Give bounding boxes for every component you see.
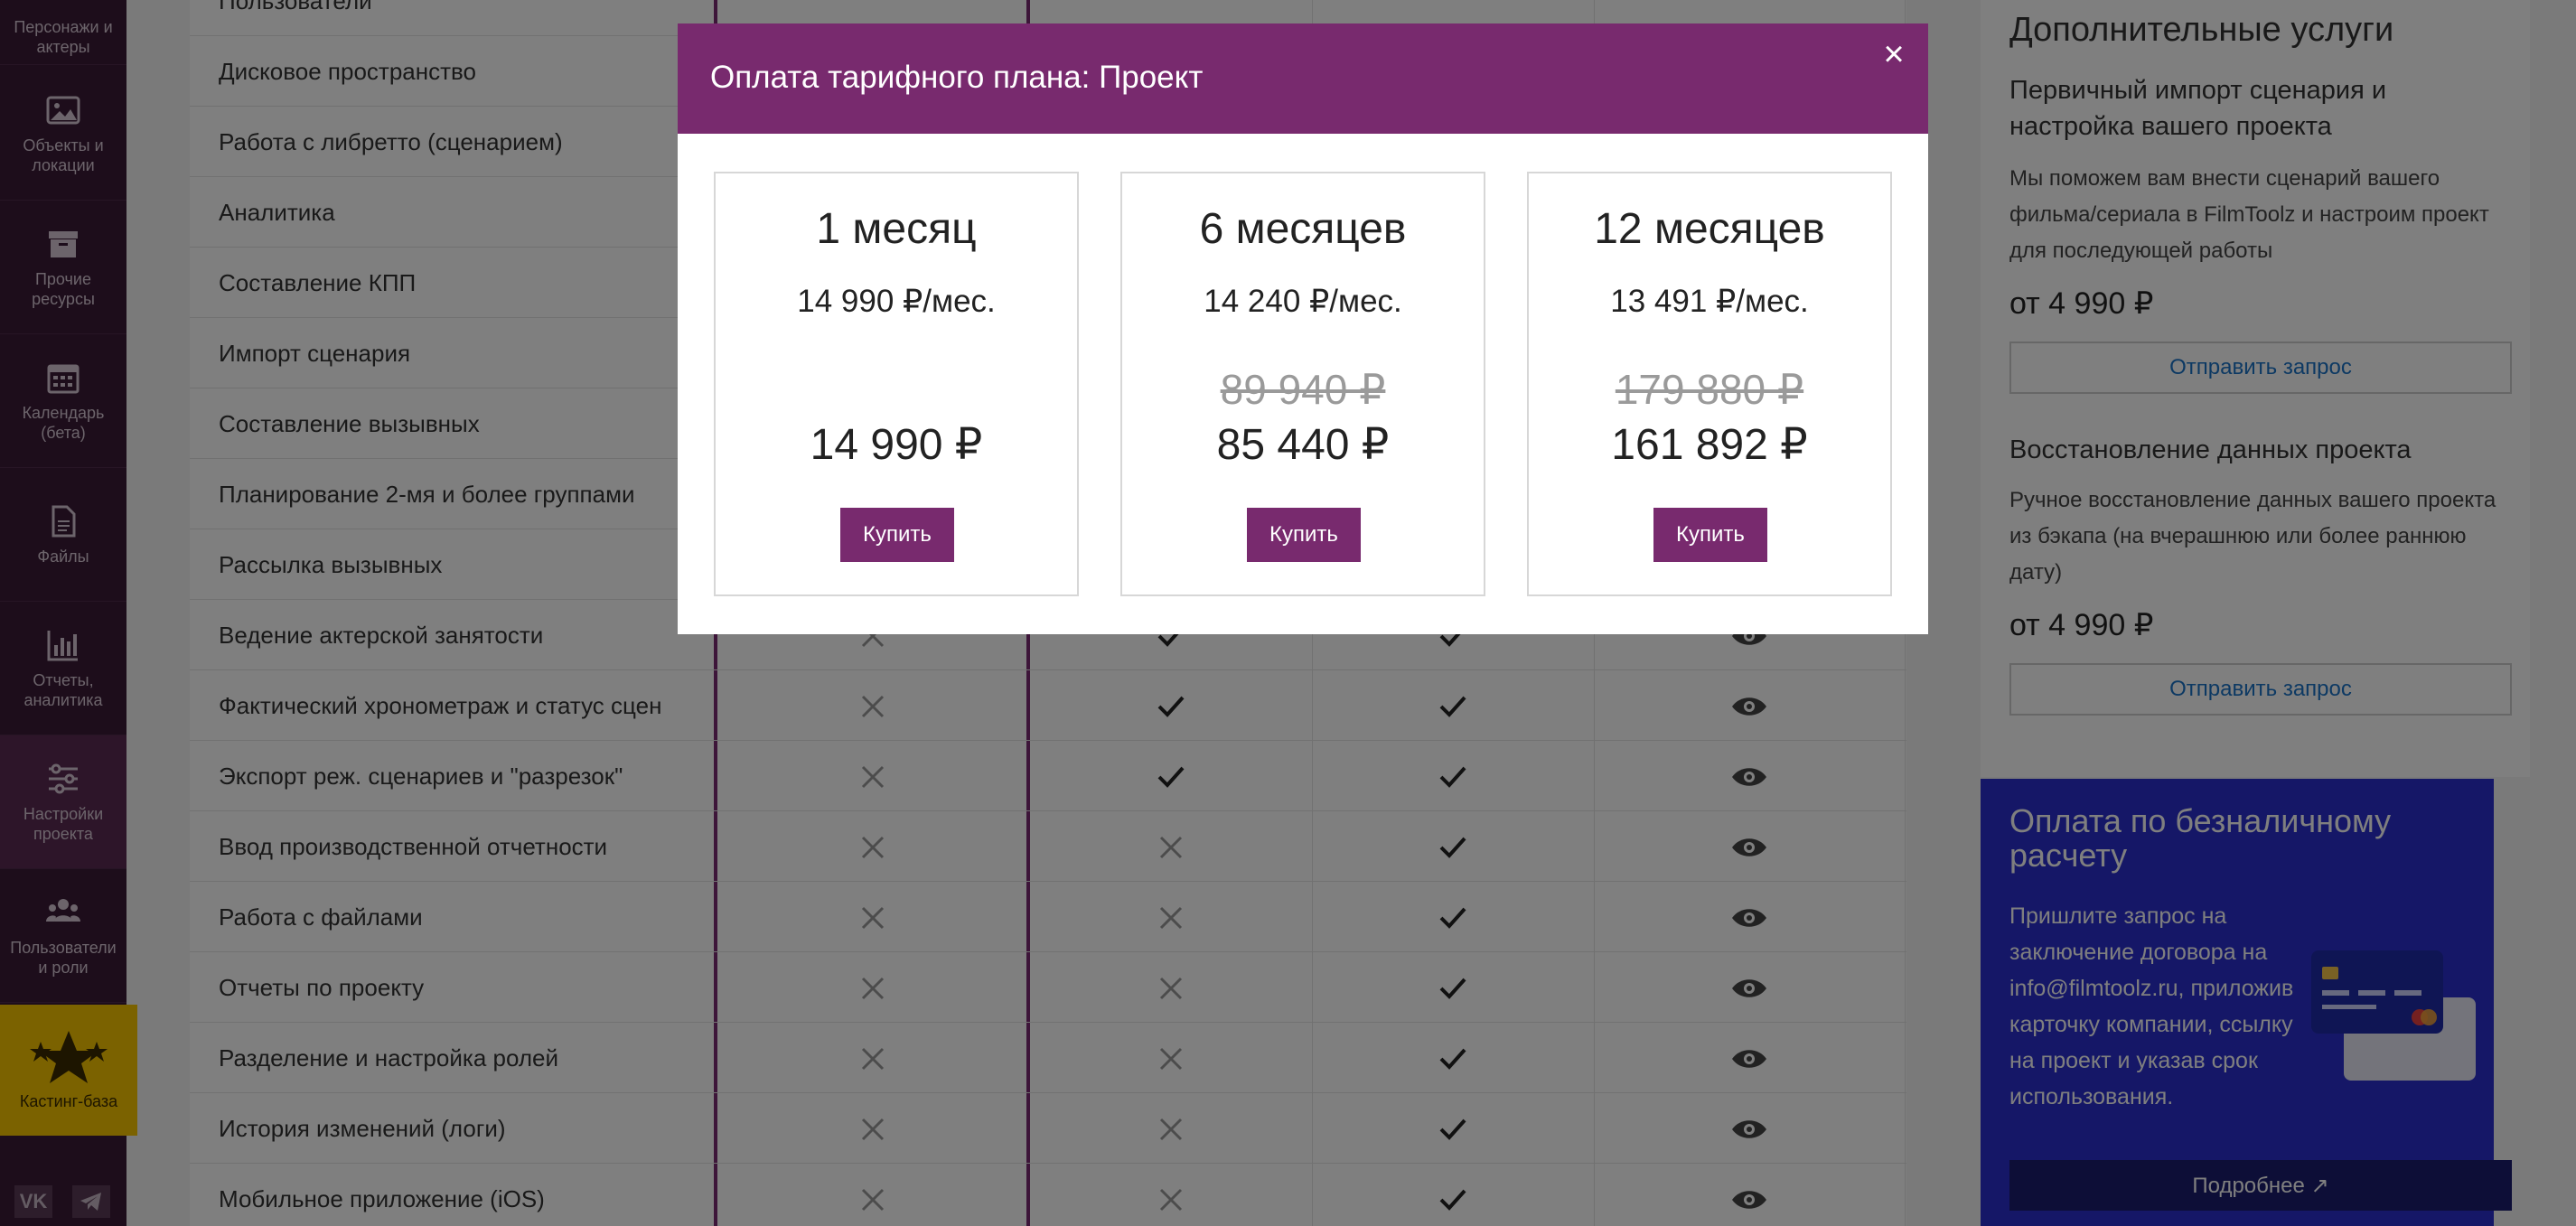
buy-button[interactable]: Купить: [1247, 508, 1361, 562]
plan-card-6-months: 6 месяцев 14 240 ₽/мес. 89 940 ₽ 85 440 …: [1120, 172, 1485, 596]
payment-modal: Оплата тарифного плана: Проект × 1 месяц…: [678, 23, 1928, 634]
plan-total: 85 440 ₽: [1216, 421, 1390, 469]
modal-header: Оплата тарифного плана: Проект ×: [678, 23, 1928, 134]
plan-card-12-months: 12 месяцев 13 491 ₽/мес. 179 880 ₽ 161 8…: [1527, 172, 1892, 596]
plan-total: 161 892 ₽: [1611, 421, 1808, 469]
plan-period: 1 месяц: [816, 205, 977, 253]
plan-card-1-month: 1 месяц 14 990 ₽/мес. 14 990 ₽ Купить: [714, 172, 1079, 596]
plan-old-total: 179 880 ₽: [1615, 366, 1804, 413]
close-icon[interactable]: ×: [1878, 36, 1910, 72]
plan-period: 12 месяцев: [1594, 205, 1825, 253]
buy-button[interactable]: Купить: [840, 508, 954, 562]
plan-monthly-price: 14 240 ₽/мес.: [1204, 284, 1402, 319]
plan-total: 14 990 ₽: [810, 421, 983, 469]
plan-period: 6 месяцев: [1199, 205, 1407, 253]
modal-title: Оплата тарифного плана: Проект: [710, 60, 1204, 95]
plan-old-total: 89 940 ₽: [1220, 366, 1386, 413]
plan-monthly-price: 14 990 ₽/мес.: [797, 284, 996, 319]
plan-monthly-price: 13 491 ₽/мес.: [1610, 284, 1809, 319]
buy-button[interactable]: Купить: [1653, 508, 1767, 562]
